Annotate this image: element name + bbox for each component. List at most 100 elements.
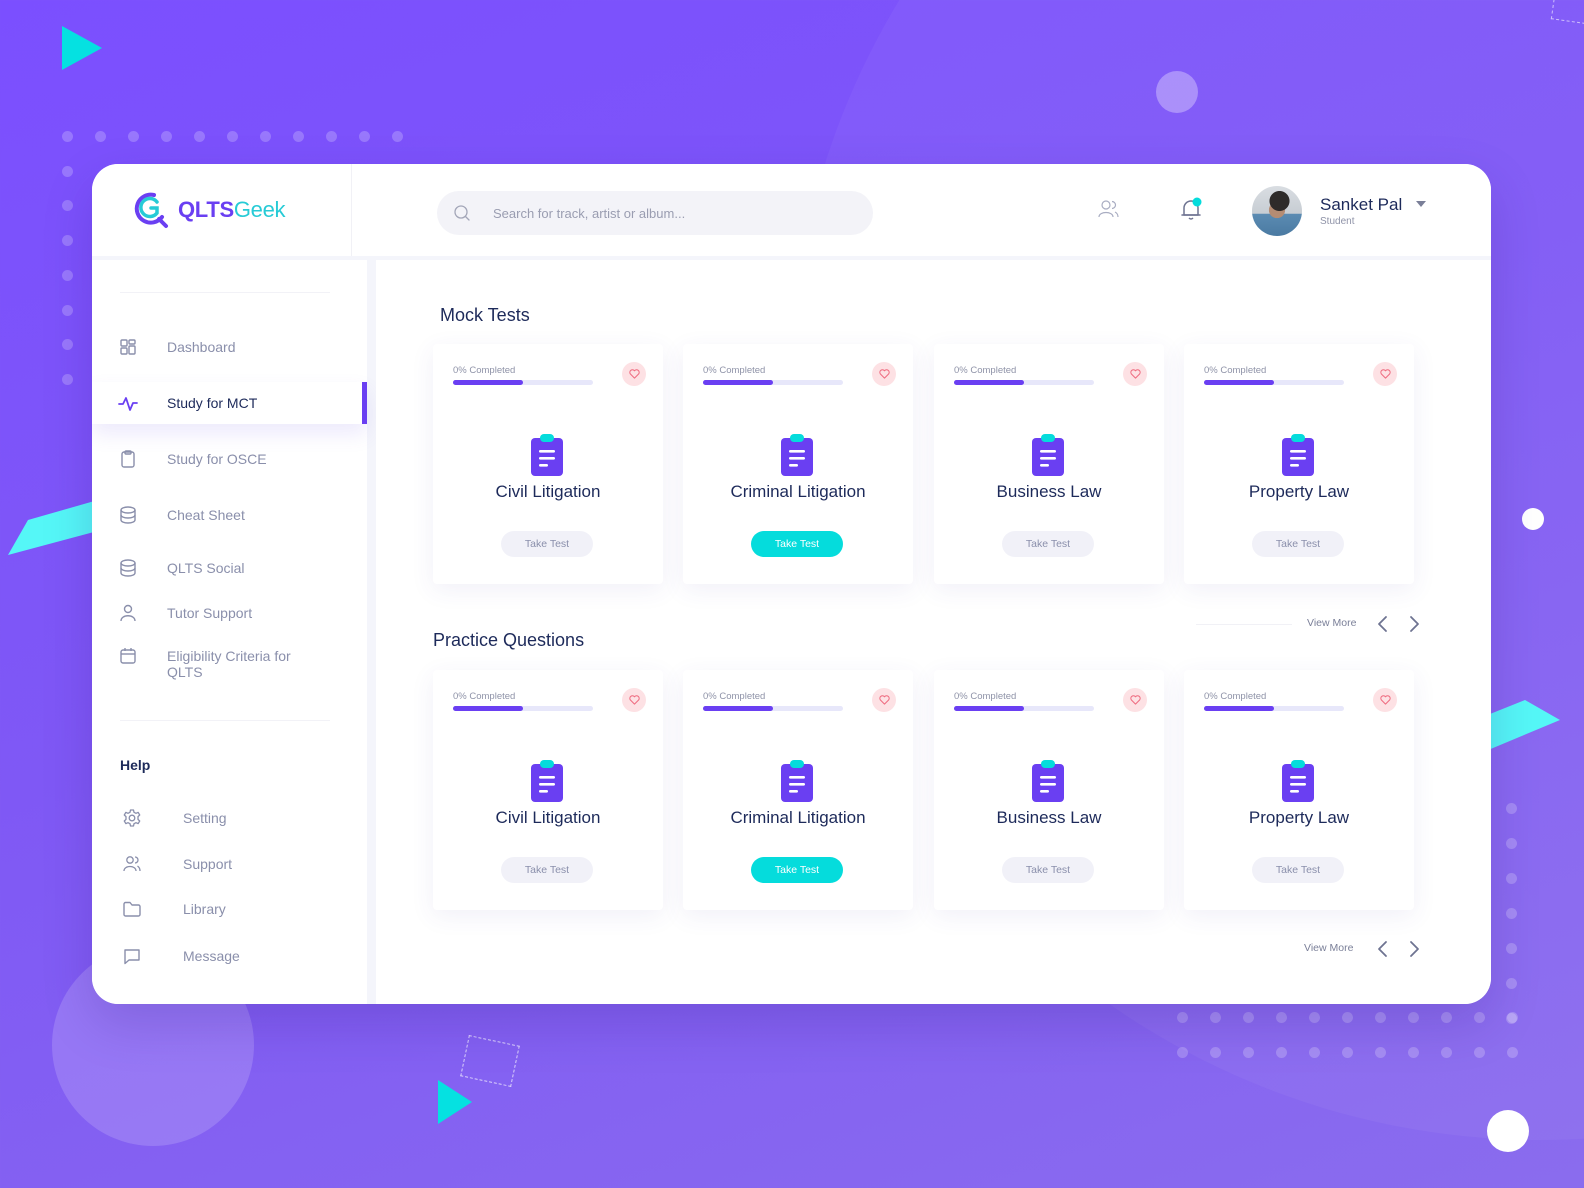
view-more-link[interactable]: View More	[1307, 617, 1356, 629]
dot-decoration	[62, 304, 73, 316]
chevron-left-icon[interactable]	[1376, 940, 1390, 958]
test-name: Civil Litigation	[495, 482, 601, 501]
progress-label: 0% Completed	[703, 691, 766, 702]
favorite-button[interactable]	[622, 688, 646, 712]
sidebar-item-study-for-mct[interactable]: Study for MCT	[92, 382, 367, 424]
sidebar-item-support[interactable]: Support	[92, 843, 367, 885]
take-test-button[interactable]: Take Test	[751, 531, 843, 557]
logo[interactable]: QLTSGeek	[92, 164, 352, 256]
heart-icon	[1129, 695, 1141, 705]
dot-decoration	[1309, 1012, 1320, 1023]
view-more-link[interactable]: View More	[1304, 942, 1353, 954]
dot-decoration	[1375, 1012, 1386, 1023]
logo-text-qlts: QLTS	[178, 197, 234, 222]
dot-decoration	[1210, 1047, 1221, 1058]
dot-decoration	[62, 131, 73, 142]
dot-decoration	[194, 131, 205, 142]
search-input[interactable]	[493, 205, 833, 221]
progress-label: 0% Completed	[954, 691, 1017, 702]
dot-decoration	[1506, 838, 1517, 849]
test-card[interactable]: 0% Completed Business Law Take Test	[934, 670, 1164, 910]
favorite-button[interactable]	[1373, 688, 1397, 712]
test-card[interactable]: 0% Completed Civil Litigation Take Test	[433, 344, 663, 584]
activity-icon	[118, 397, 138, 411]
take-test-button[interactable]: Take Test	[501, 531, 593, 557]
dot-decoration	[326, 131, 337, 142]
take-test-button[interactable]: Take Test	[1252, 857, 1344, 883]
sidebar-item-library[interactable]: Library	[92, 888, 367, 930]
sidebar-item-label: Eligibility Criteria for QLTS	[167, 648, 291, 680]
test-card[interactable]: 0% Completed Property Law Take Test	[1184, 344, 1414, 584]
sidebar-item-label: Study for MCT	[167, 395, 258, 411]
sidebar-item-label: Message	[183, 948, 240, 964]
dot-decoration	[1177, 1047, 1188, 1058]
favorite-button[interactable]	[622, 362, 646, 386]
active-indicator	[362, 382, 367, 424]
chevron-left-icon[interactable]	[1376, 615, 1390, 633]
dot-decoration	[1506, 803, 1517, 814]
chevron-down-icon[interactable]	[1416, 201, 1426, 207]
avatar[interactable]	[1252, 186, 1302, 236]
triangle-decoration	[62, 26, 102, 70]
progress-bar	[954, 380, 1094, 385]
sidebar-item-eligibility-criteria[interactable]: Eligibility Criteria for QLTS	[92, 642, 367, 688]
test-name: Civil Litigation	[495, 808, 601, 827]
progress-label: 0% Completed	[954, 365, 1017, 376]
take-test-button[interactable]: Take Test	[1002, 857, 1094, 883]
take-test-button[interactable]: Take Test	[751, 857, 843, 883]
chevron-right-icon[interactable]	[1407, 615, 1421, 633]
sidebar-item-dashboard[interactable]: Dashboard	[92, 326, 367, 368]
dot-decoration	[1276, 1047, 1287, 1058]
heart-icon	[628, 369, 640, 379]
test-card[interactable]: 0% Completed Criminal Litigation Take Test	[683, 344, 913, 584]
sidebar: Dashboard Study for MCT Study for OSCE C…	[92, 260, 367, 1004]
test-name: Business Law	[996, 482, 1102, 501]
mock-tests-title: Mock Tests	[440, 305, 530, 325]
dot-decoration	[62, 235, 73, 247]
circle-decoration	[1522, 508, 1544, 530]
progress-bar	[1204, 706, 1344, 711]
test-name: Property Law	[1248, 482, 1350, 501]
take-test-button[interactable]: Take Test	[1002, 531, 1094, 557]
database-icon	[120, 559, 136, 577]
sidebar-item-cheat-sheet[interactable]: Cheat Sheet	[92, 494, 367, 536]
sidebar-item-setting[interactable]: Setting	[92, 797, 367, 839]
clipboard-icon	[1282, 760, 1314, 802]
logo-text-geek: Geek	[233, 197, 286, 222]
sidebar-item-study-for-osce[interactable]: Study for OSCE	[92, 438, 367, 480]
sidebar-item-qlts-social[interactable]: QLTS Social	[92, 547, 367, 589]
user-name[interactable]: Sanket Pal	[1320, 195, 1402, 215]
practice-questions-title: Practice Questions	[433, 630, 585, 650]
sidebar-item-message[interactable]: Message	[92, 935, 367, 977]
chevron-right-icon[interactable]	[1407, 940, 1421, 958]
progress-bar	[703, 706, 843, 711]
favorite-button[interactable]	[1373, 362, 1397, 386]
favorite-button[interactable]	[1123, 362, 1147, 386]
take-test-button[interactable]: Take Test	[501, 857, 593, 883]
sidebar-item-label: Tutor Support	[167, 605, 253, 621]
dot-decoration	[1441, 1012, 1452, 1023]
test-card[interactable]: 0% Completed Criminal Litigation Take Test	[683, 670, 913, 910]
test-card[interactable]: 0% Completed Business Law Take Test	[934, 344, 1164, 584]
dot-decoration	[260, 131, 271, 142]
main-content: Mock Tests 0% Completed Civil Litigation T…	[376, 260, 1491, 1004]
sidebar-item-tutor-support[interactable]: Tutor Support	[92, 592, 367, 634]
favorite-button[interactable]	[872, 362, 896, 386]
progress-bar	[954, 706, 1094, 711]
progress-label: 0% Completed	[1204, 365, 1267, 376]
calendar-icon	[120, 648, 136, 664]
test-card[interactable]: 0% Completed Property Law Take Test	[1184, 670, 1414, 910]
search-icon	[454, 205, 470, 221]
search-bar[interactable]	[437, 191, 873, 235]
favorite-button[interactable]	[1123, 688, 1147, 712]
take-test-button[interactable]: Take Test	[1252, 531, 1344, 557]
logo-icon	[134, 192, 168, 228]
users-icon[interactable]	[1096, 196, 1122, 222]
dot-decoration	[95, 131, 106, 142]
notification-button[interactable]	[1178, 196, 1204, 222]
dot-decoration	[128, 131, 139, 142]
test-card[interactable]: 0% Completed Civil Litigation Take Test	[433, 670, 663, 910]
progress-bar	[453, 706, 593, 711]
progress-bar	[1204, 380, 1344, 385]
favorite-button[interactable]	[872, 688, 896, 712]
